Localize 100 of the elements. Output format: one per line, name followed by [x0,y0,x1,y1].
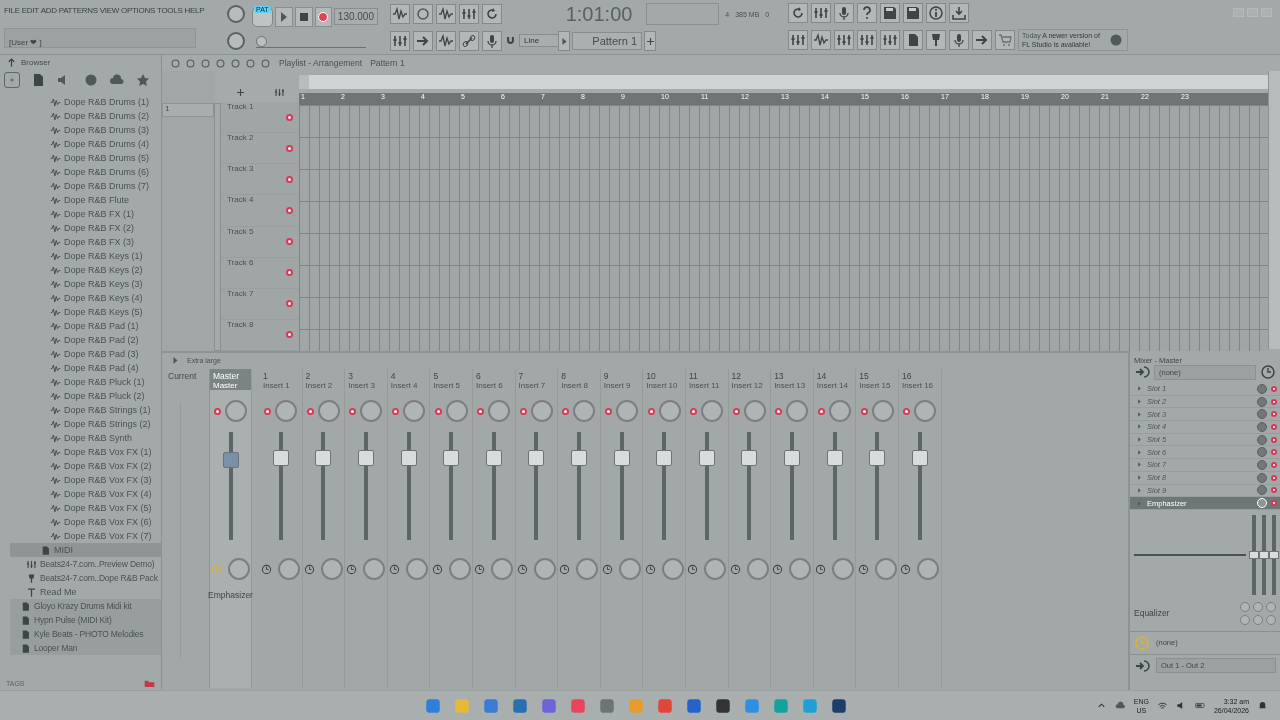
mix-knob[interactable] [1257,383,1267,394]
stereo-knob[interactable] [661,558,684,580]
browser-item[interactable]: Dope R&B Vox FX (2) [0,459,161,473]
fader-handle[interactable] [741,450,758,467]
track-header[interactable]: Track 3 [221,164,299,196]
mixer-track[interactable]: 13 Insert 13 [771,369,814,688]
pan-knob[interactable] [530,400,553,422]
stereo-knob[interactable] [619,558,642,580]
app-icon[interactable] [830,696,848,715]
mute-button[interactable] [860,407,868,415]
browser-item[interactable]: Dope R&B FX (3) [0,235,161,249]
scrollbar[interactable] [1268,71,1280,351]
stereo-knob[interactable] [278,558,301,580]
clock-icon[interactable] [602,563,614,575]
app-icon[interactable] [714,696,732,715]
track-header[interactable]: Track 4 [221,195,299,227]
mixer-track[interactable]: Master Master Emphasizer [210,369,252,688]
toolbar-button[interactable] [926,3,946,23]
mute-button[interactable] [690,407,698,415]
pan-knob[interactable] [829,400,851,422]
browser-item[interactable]: Dope R&B FX (2) [0,221,161,235]
fader-handle[interactable] [783,450,800,467]
eq-band-fader[interactable] [1272,514,1276,595]
add-pattern-button[interactable] [644,31,656,52]
mute-button[interactable] [519,407,527,415]
mix-knob[interactable] [1257,459,1267,470]
star-icon[interactable] [134,72,151,88]
mixer-track[interactable]: 10 Insert 10 [643,369,686,688]
menu-item[interactable]: TOOLS [157,6,183,16]
clock-icon[interactable] [687,563,699,575]
mute-button[interactable] [349,407,357,415]
browser-item[interactable]: Dope R&B Keys (1) [0,249,161,263]
tempo-display[interactable]: 130.000 [333,8,378,25]
fader-handle[interactable] [315,450,332,467]
track-mute-button[interactable] [286,175,293,183]
clock-icon[interactable] [516,563,528,575]
mix-knob[interactable] [1257,485,1267,496]
toolbar-button[interactable] [857,3,877,23]
pitch-knob[interactable] [227,31,245,50]
track-mute-button[interactable] [286,207,293,214]
clock-icon[interactable] [772,563,784,575]
eq-knob[interactable] [1240,601,1250,612]
browser-item[interactable]: Dope R&B Drums (6) [0,165,161,179]
wifi-icon[interactable] [1156,700,1168,711]
browser-item[interactable]: Dope R&B Drums (7) [0,179,161,193]
mixer-track[interactable]: 14 Insert 14 [813,369,857,688]
pan-knob[interactable] [914,400,937,422]
output-icon[interactable] [1134,657,1150,674]
mute-button[interactable] [605,407,613,415]
eq-knob[interactable] [1253,614,1263,625]
input-icon[interactable] [1134,364,1150,380]
mixer-track[interactable]: 9 Insert 9 [600,369,644,688]
browser-item[interactable]: Dope R&B FX (1) [0,207,161,221]
stereo-knob[interactable] [917,558,940,580]
mix-knob[interactable] [1257,472,1267,483]
browser-item[interactable]: Dope R&B Drums (4) [0,137,161,151]
fader-handle[interactable] [570,450,587,467]
stereo-knob[interactable] [874,558,897,580]
browser-item[interactable]: Beats24-7.com..Preview Demo) [0,557,161,571]
fader-handle[interactable] [869,450,886,467]
browser-item[interactable]: Dope R&B Pluck (1) [0,375,161,389]
clock-icon[interactable] [1260,364,1276,380]
track-header[interactable]: Track 2 [221,133,299,165]
mute-button[interactable] [647,407,655,415]
stereo-knob[interactable] [576,558,599,580]
mute-button[interactable] [306,407,314,415]
pan-knob[interactable] [616,400,639,422]
mix-knob[interactable] [1257,447,1267,458]
track-mute-button[interactable] [286,144,293,152]
browser-item[interactable]: Dope R&B Drums (1) [0,95,161,109]
mixer-track[interactable]: 1 Insert 1 [260,369,303,688]
browser-item[interactable]: Gloyo Krazy Drums Midi kit [10,599,161,613]
mute-button[interactable] [434,407,442,415]
clock-icon[interactable] [900,563,912,575]
clock-icon[interactable] [729,563,741,575]
track-mute-button[interactable] [286,331,293,339]
pan-knob[interactable] [360,400,383,422]
clock-icon[interactable] [559,563,571,575]
browser-item[interactable]: Dope R&B Vox FX (3) [0,473,161,487]
toolbar-button[interactable] [949,3,969,23]
browser-item[interactable]: Dope R&B Pad (1) [0,319,161,333]
stop-button[interactable] [294,6,313,27]
pan-knob[interactable] [445,400,468,422]
toolbar-button[interactable] [903,3,923,23]
clock-icon[interactable] [346,563,358,575]
stereo-knob[interactable] [448,558,471,580]
browser-item[interactable]: MIDI [10,543,161,557]
pan-knob[interactable] [275,400,298,422]
scrollbar[interactable] [214,103,221,351]
browser-item[interactable]: Dope R&B Vox FX (1) [0,445,161,459]
toolbar-button[interactable] [834,3,854,23]
toolbar-button[interactable] [459,30,479,51]
browser-item[interactable]: Dope R&B Keys (3) [0,277,161,291]
stereo-knob[interactable] [363,558,386,580]
mixer-track[interactable]: 4 Insert 4 [387,369,431,688]
toolbar-button[interactable] [880,3,900,23]
fader-handle[interactable] [400,450,417,467]
mixer-track[interactable]: 7 Insert 7 [515,369,559,688]
mixer-track[interactable]: 8 Insert 8 [558,369,601,688]
pan-knob[interactable] [403,400,426,422]
